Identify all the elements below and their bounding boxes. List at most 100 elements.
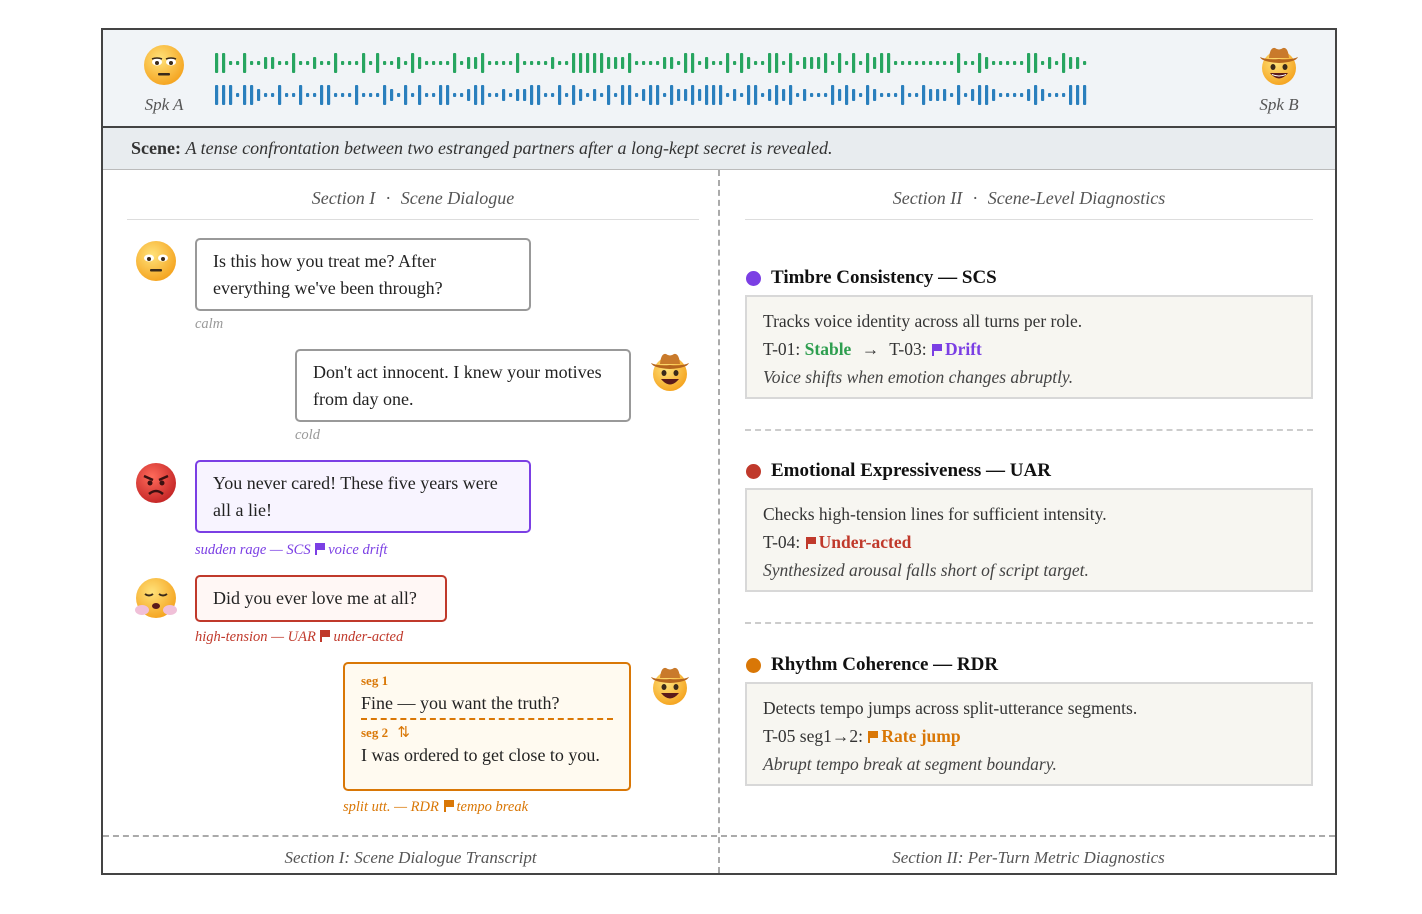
waveform-bar [1006, 61, 1010, 65]
waveform-bar [586, 53, 590, 73]
waveform-bar [243, 53, 247, 73]
waveform-bar [810, 93, 814, 97]
waveform-bar [439, 61, 443, 65]
waveform-bar [964, 93, 968, 97]
waveform-bar [376, 93, 380, 97]
waveform-bar [642, 61, 646, 65]
waveform-bar [670, 85, 674, 105]
waveform-bar [306, 61, 310, 65]
waveform-bar [992, 89, 996, 101]
waveform-bar [796, 61, 800, 65]
waveform-bar [299, 85, 303, 105]
rdr-note: Abrupt tempo break at segment boundary. [763, 754, 1057, 774]
flag-icon [868, 731, 879, 743]
waveform-bar [313, 57, 317, 69]
flag-icon [805, 537, 816, 549]
dialogue-turn-2: Don't act innocent. I knew your motives … [295, 349, 631, 422]
waveform-bar [523, 61, 527, 65]
waveform-bar [432, 93, 436, 97]
speaker-a-waveform [215, 53, 1087, 73]
waveform-bar [222, 85, 226, 105]
turn-2-text: Don't act innocent. I knew your motives … [313, 362, 602, 409]
waveform-bar [530, 85, 534, 105]
waveform-bar [859, 61, 863, 65]
scene-description: Scene: A tense confrontation between two… [103, 128, 1335, 170]
waveform-bar [460, 61, 464, 65]
waveform-bar [775, 53, 779, 73]
waveform-bar [474, 57, 478, 69]
waveform-bar [887, 53, 891, 73]
waveform-bar [677, 61, 681, 65]
waveform-bar [432, 61, 436, 65]
waveform-bar [1006, 93, 1010, 97]
waveform-bar [901, 61, 905, 65]
seg1-text: Fine — you want the truth? [361, 693, 560, 713]
turn-4-text: Did you ever love me at all? [213, 588, 417, 608]
waveform-bar [719, 85, 723, 105]
scs-status-stable: Stable [804, 339, 852, 359]
waveform-bar [705, 57, 709, 69]
waveform-bar [1083, 61, 1087, 65]
dialogue-turn-3: You never cared! These five years were a… [195, 460, 531, 533]
scs-heading: Timbre Consistency — SCS [771, 267, 997, 288]
waveform-bar [733, 61, 737, 65]
swap-icon: ⇅ [397, 725, 410, 741]
waveform-bar [684, 89, 688, 101]
waveform-bar [579, 89, 583, 101]
waveform-bar [1041, 89, 1045, 101]
waveform-bar [460, 93, 464, 97]
waveform-bar [236, 61, 240, 65]
waveform-bar [712, 61, 716, 65]
waveform-bar [670, 57, 674, 69]
waveform-bar [285, 93, 289, 97]
waveform-bar [796, 93, 800, 97]
waveform-bar [341, 61, 345, 65]
waveform-bar [418, 85, 422, 105]
waveform-bar [327, 85, 331, 105]
section1-footer: Section I: Scene Dialogue Transcript [284, 848, 537, 867]
waveform-bar [488, 61, 492, 65]
waveform-bar [719, 61, 723, 65]
waveform-bar [817, 93, 821, 97]
waveform-bar [894, 61, 898, 65]
waveform-bar [313, 93, 317, 97]
speaker-b: Spk B [1249, 44, 1309, 115]
waveform-bar [950, 61, 954, 65]
waveform-bar [845, 85, 849, 105]
segment-boundary [361, 718, 613, 720]
waveform-bar [1034, 85, 1038, 105]
waveform-bar [292, 93, 296, 97]
waveform-bar [747, 57, 751, 69]
flag-icon [443, 800, 454, 812]
turn-3-tag: sudden rage — SCS voice drift [195, 542, 388, 558]
waveform-bar [894, 93, 898, 97]
speaker-b-label: Spk B [1259, 95, 1299, 114]
waveform-bar [509, 93, 513, 97]
waveform-bar [824, 53, 828, 73]
waveform-bar [691, 85, 695, 105]
waveform-bar [390, 61, 394, 65]
waveform-bar [943, 61, 947, 65]
waveform-bar [761, 61, 765, 65]
waveform-bar [271, 57, 275, 69]
waveform-bar [873, 57, 877, 69]
waveform-bar [943, 89, 947, 101]
waveform-bar [1041, 61, 1045, 65]
waveform-bar [852, 53, 856, 73]
scs-box: Tracks voice identity across all turns p… [745, 295, 1313, 399]
waveform-bar [600, 53, 604, 73]
waveform-bar [390, 89, 394, 101]
waveform-bar [369, 61, 373, 65]
waveform-bar [1055, 93, 1059, 97]
flag-icon [315, 543, 326, 555]
waveform-bar [663, 57, 667, 69]
waveform-bar [866, 85, 870, 105]
waveform-bar [838, 89, 842, 101]
waveform-bar [334, 93, 338, 97]
waveform-bar [726, 93, 730, 97]
waveform-bar [299, 61, 303, 65]
waveform-bar [348, 61, 352, 65]
scs-status-drift: Drift [944, 339, 982, 359]
waveform-bar [1069, 57, 1073, 69]
section1-name: Scene Dialogue [400, 188, 515, 208]
